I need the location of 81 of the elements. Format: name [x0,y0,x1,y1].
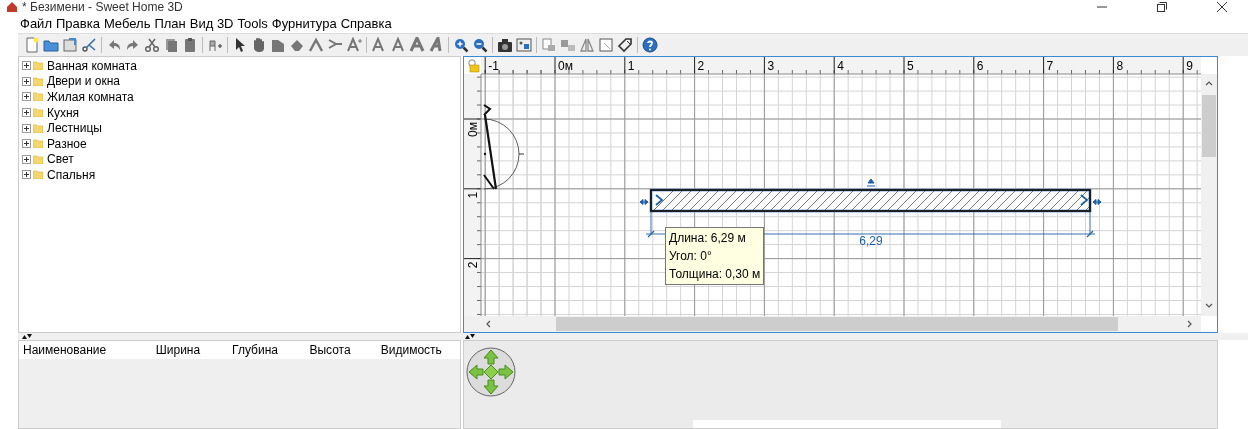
text-style-icon[interactable] [409,37,425,53]
scissors-icon[interactable] [81,37,97,53]
resize-handle-icon[interactable] [639,199,649,205]
wall-drawing[interactable] [649,188,1092,213]
tooltip-text: Длина: 6,29 м [669,230,747,247]
menu-item[interactable]: Мебель [103,16,151,31]
resize-icon[interactable] [560,37,576,53]
add-furniture-icon[interactable] [207,37,223,53]
ruler-label: 1 [466,191,480,199]
photo-icon[interactable] [516,37,532,53]
help-icon[interactable] [642,37,658,53]
paste-icon[interactable] [182,37,198,53]
ruler-label: 4 [837,59,844,73]
tooltip-text: Угол: 0° [669,248,713,265]
scissors-icon[interactable] [144,37,160,53]
vertical-scrollbar[interactable] [1201,74,1217,316]
ruler-label: 8 [1116,59,1124,73]
dimension-label: 6,29 [859,234,883,248]
catalog-category[interactable]: Разное [47,136,87,151]
zoom-in-icon[interactable] [453,37,469,53]
app-icon [6,2,18,12]
catalog-category[interactable]: Лестницы [47,121,102,136]
expand-icon[interactable] [22,108,31,118]
window-title: * Безимени - Sweet Home 3D [22,0,183,14]
catalog-category[interactable]: Спальня [47,167,96,182]
copy-icon[interactable] [163,37,179,53]
expand-icon[interactable] [22,76,31,86]
tag-icon[interactable] [617,37,633,53]
restore-icon[interactable] [1156,2,1168,12]
menu-item[interactable]: Файл [20,16,52,31]
column-header[interactable]: Глубина [228,343,306,357]
mirror-icon[interactable] [579,37,595,53]
horizontal-scrollbar[interactable] [464,316,1201,332]
catalog-category[interactable]: Свет [47,152,74,167]
ruler-label: 6 [976,59,984,73]
catalog-category[interactable]: Двери и окна [47,74,120,89]
column-header[interactable]: Видимость [376,343,460,357]
expand-icon[interactable] [22,139,31,149]
text-style-icon[interactable] [428,37,444,53]
expand-icon[interactable] [22,170,31,180]
expand-icon[interactable] [22,92,31,102]
menu-item[interactable]: Вид 3D [189,16,234,31]
ruler-label: 5 [907,59,914,73]
catalog-category[interactable]: Жилая комната [47,90,134,104]
camera-icon[interactable] [497,37,513,53]
ruler-label: 2 [697,59,705,73]
expand-icon[interactable] [22,154,31,164]
label-icon[interactable] [346,37,362,53]
menu-item[interactable]: Tools [237,16,268,31]
save-icon[interactable] [62,37,78,53]
expand-icon[interactable] [22,123,31,133]
menu-item[interactable]: Фурнитура [271,16,337,31]
menu-item[interactable]: Правка [55,16,100,31]
split-arrows-icon[interactable] [22,334,32,339]
catalog-category[interactable]: Кухня [47,105,80,120]
menu-item[interactable]: Справка [340,16,392,31]
ruler-label: -1 [488,59,499,73]
expand-icon[interactable] [22,61,31,71]
ruler-label: 7 [1046,59,1054,73]
text-style-icon[interactable] [371,37,387,53]
tooltip-text: Толщина: 0,30 м [669,266,761,283]
column-header[interactable]: Высота [305,343,377,357]
ruler-label: 3 [767,59,775,73]
catalog-category[interactable]: Ванная комната [47,58,137,73]
ruler-label: 9 [1186,59,1193,73]
ruler-label: 1 [627,59,635,73]
split-arrows-icon[interactable] [465,334,475,339]
elevation-handle-icon[interactable] [866,178,876,187]
ruler-label: 2 [466,261,480,269]
ruler-label: 0м [466,122,480,137]
ruler-label: 0м [558,59,573,73]
menu-item[interactable]: План [154,16,186,31]
column-header[interactable]: Ширина [151,343,229,357]
close-icon[interactable] [1216,2,1228,12]
resize-handle-icon[interactable] [1092,199,1102,205]
column-header[interactable]: Наименование [19,343,152,357]
navigation-arrows-icon[interactable] [466,347,516,397]
hand-icon[interactable] [251,37,267,53]
zoom-out-icon[interactable] [472,37,488,53]
folder-icon[interactable] [43,37,59,53]
text-style-icon[interactable] [390,37,406,53]
